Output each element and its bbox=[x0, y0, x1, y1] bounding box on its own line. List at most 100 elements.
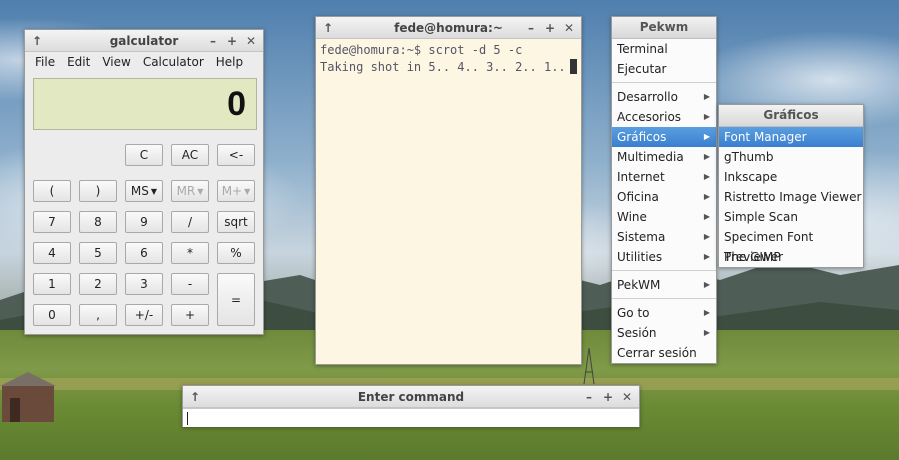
backspace-button[interactable]: <- bbox=[217, 144, 255, 166]
multiply-button[interactable]: * bbox=[171, 242, 209, 264]
sticky-icon[interactable]: ↑ bbox=[320, 20, 336, 36]
terminal-output[interactable]: fede@homura:~$ scrot -d 5 -c Taking shot … bbox=[316, 39, 581, 364]
digit-2-button[interactable]: 2 bbox=[79, 273, 117, 295]
menu-item-label: Internet bbox=[617, 170, 665, 184]
add-button[interactable]: + bbox=[171, 304, 209, 326]
memory-add-label: M+ bbox=[221, 184, 243, 198]
digit-8-button[interactable]: 8 bbox=[79, 211, 117, 233]
menu-item-label: Wine bbox=[617, 210, 647, 224]
terminal-titlebar[interactable]: ↑ fede@homura:~ – + ✕ bbox=[316, 17, 581, 39]
menu-help[interactable]: Help bbox=[210, 55, 249, 69]
submenu-arrow-icon: ▶ bbox=[703, 252, 710, 261]
equals-button[interactable]: = bbox=[217, 273, 255, 326]
digit-4-button[interactable]: 4 bbox=[33, 242, 71, 264]
menu-item-label: Cerrar sesión bbox=[617, 346, 697, 360]
maximize-icon[interactable]: + bbox=[542, 20, 558, 36]
close-icon[interactable]: ✕ bbox=[619, 389, 635, 405]
menu-item-multimedia[interactable]: Multimedia ▶ bbox=[612, 147, 716, 167]
minimize-icon[interactable]: – bbox=[523, 20, 539, 36]
menu-item-utilities[interactable]: Utilities ▶ bbox=[612, 247, 716, 267]
terminal-line: fede@homura:~$ scrot -d 5 -c bbox=[320, 43, 523, 57]
pekwm-root-menu[interactable]: Pekwm Terminal Ejecutar Desarrollo ▶ Acce… bbox=[611, 16, 717, 364]
sticky-icon[interactable]: ↑ bbox=[29, 33, 45, 49]
run-command-window[interactable]: ↑ Enter command – + ✕ bbox=[182, 385, 640, 427]
submenu-arrow-icon: ▶ bbox=[703, 132, 710, 141]
subtract-button[interactable]: - bbox=[171, 273, 209, 295]
menu-item-pekwm[interactable]: PekWM ▶ bbox=[612, 275, 716, 295]
maximize-icon[interactable]: + bbox=[224, 33, 240, 49]
run-command-titlebar[interactable]: ↑ Enter command – + ✕ bbox=[183, 386, 639, 408]
sticky-icon[interactable]: ↑ bbox=[187, 389, 203, 405]
digit-0-button[interactable]: 0 bbox=[33, 304, 71, 326]
menu-item-goto[interactable]: Go to ▶ bbox=[612, 303, 716, 323]
digit-1-button[interactable]: 1 bbox=[33, 273, 71, 295]
menu-item-gthumb[interactable]: gThumb bbox=[719, 147, 863, 167]
sqrt-button[interactable]: sqrt bbox=[217, 211, 255, 233]
submenu-arrow-icon: ▶ bbox=[703, 172, 710, 181]
clear-button[interactable]: C bbox=[125, 144, 163, 166]
paren-close-button[interactable]: ) bbox=[79, 180, 117, 202]
chevron-down-icon: ▼ bbox=[244, 186, 251, 196]
digit-9-button[interactable]: 9 bbox=[125, 211, 163, 233]
menu-item-label: gThumb bbox=[724, 150, 774, 164]
menu-item-cerrar-sesion[interactable]: Cerrar sesión bbox=[612, 343, 716, 363]
menu-item-graficos[interactable]: Gráficos ▶ bbox=[612, 127, 716, 147]
close-icon[interactable]: ✕ bbox=[243, 33, 259, 49]
memory-store-button[interactable]: MS ▼ bbox=[125, 180, 163, 202]
menu-edit[interactable]: Edit bbox=[61, 55, 96, 69]
all-clear-button[interactable]: AC bbox=[171, 144, 209, 166]
submenu-arrow-icon: ▶ bbox=[703, 212, 710, 221]
menu-item-label: Sistema bbox=[617, 230, 666, 244]
digit-6-button[interactable]: 6 bbox=[125, 242, 163, 264]
menu-item-label: Font Manager bbox=[724, 130, 807, 144]
paren-open-button[interactable]: ( bbox=[33, 180, 71, 202]
menu-item-simple-scan[interactable]: Simple Scan bbox=[719, 207, 863, 227]
digit-5-button[interactable]: 5 bbox=[79, 242, 117, 264]
menu-item-desarrollo[interactable]: Desarrollo ▶ bbox=[612, 87, 716, 107]
text-cursor bbox=[569, 59, 577, 74]
terminal-window[interactable]: ↑ fede@homura:~ – + ✕ fede@homura:~$ scr… bbox=[315, 16, 582, 365]
menu-item-label: Terminal bbox=[617, 42, 668, 56]
menu-item-label: Sesión bbox=[617, 326, 657, 340]
menu-item-label: Desarrollo bbox=[617, 90, 678, 104]
menu-item-internet[interactable]: Internet ▶ bbox=[612, 167, 716, 187]
menu-item-specimen-font-previewer[interactable]: Specimen Font Previewer bbox=[719, 227, 863, 264]
minimize-icon[interactable]: – bbox=[581, 389, 597, 405]
maximize-icon[interactable]: + bbox=[600, 389, 616, 405]
memory-add-button: M+ ▼ bbox=[217, 180, 255, 202]
menu-item-ejecutar[interactable]: Ejecutar bbox=[612, 59, 716, 79]
menu-item-sesion[interactable]: Sesión ▶ bbox=[612, 323, 716, 343]
menu-item-oficina[interactable]: Oficina ▶ bbox=[612, 187, 716, 207]
digit-3-button[interactable]: 3 bbox=[125, 273, 163, 295]
submenu-arrow-icon: ▶ bbox=[703, 308, 710, 317]
submenu-arrow-icon: ▶ bbox=[703, 280, 710, 289]
galculator-window[interactable]: ↑ galculator – + ✕ File Edit View Calcul… bbox=[24, 29, 264, 335]
menu-item-font-manager[interactable]: Font Manager bbox=[719, 127, 863, 147]
digit-7-button[interactable]: 7 bbox=[33, 211, 71, 233]
sign-toggle-button[interactable]: +/- bbox=[125, 304, 163, 326]
text-cursor bbox=[187, 412, 188, 425]
graficos-submenu[interactable]: Gráficos Font Manager gThumb Inkscape Ri… bbox=[718, 104, 864, 268]
close-icon[interactable]: ✕ bbox=[561, 20, 577, 36]
menu-item-inkscape[interactable]: Inkscape bbox=[719, 167, 863, 187]
menu-item-accesorios[interactable]: Accesorios ▶ bbox=[612, 107, 716, 127]
percent-button[interactable]: % bbox=[217, 242, 255, 264]
minimize-icon[interactable]: – bbox=[205, 33, 221, 49]
submenu-arrow-icon: ▶ bbox=[703, 152, 710, 161]
memory-recall-label: MR bbox=[176, 184, 196, 198]
menu-item-ristretto[interactable]: Ristretto Image Viewer bbox=[719, 187, 863, 207]
menu-file[interactable]: File bbox=[29, 55, 61, 69]
galculator-titlebar[interactable]: ↑ galculator – + ✕ bbox=[25, 30, 263, 52]
menu-item-label: Ejecutar bbox=[617, 62, 667, 76]
menu-calculator[interactable]: Calculator bbox=[137, 55, 210, 69]
menu-item-sistema[interactable]: Sistema ▶ bbox=[612, 227, 716, 247]
submenu-arrow-icon: ▶ bbox=[703, 92, 710, 101]
menu-item-the-gimp[interactable]: The GIMP bbox=[719, 247, 863, 267]
command-input[interactable] bbox=[183, 408, 639, 427]
calculator-display: 0 bbox=[33, 78, 257, 130]
divide-button[interactable]: / bbox=[171, 211, 209, 233]
decimal-point-button[interactable]: , bbox=[79, 304, 117, 326]
menu-view[interactable]: View bbox=[96, 55, 136, 69]
menu-item-wine[interactable]: Wine ▶ bbox=[612, 207, 716, 227]
menu-item-terminal[interactable]: Terminal bbox=[612, 39, 716, 59]
